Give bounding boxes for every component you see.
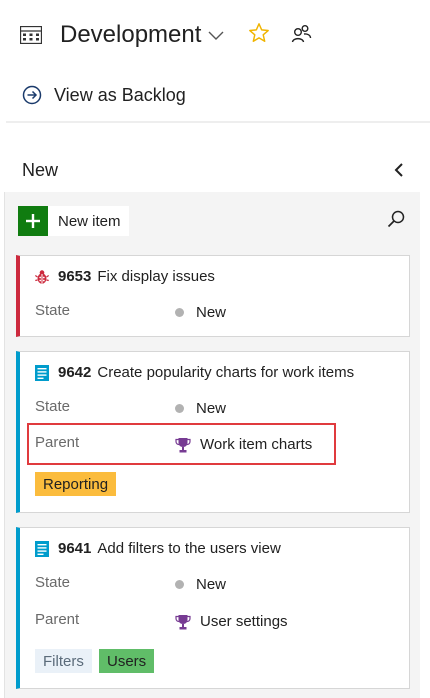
bug-icon [35,269,49,284]
card-title[interactable]: 9653 Fix display issues [35,268,215,285]
state-value: New [196,576,227,593]
backlog-item-icon [35,540,49,557]
state-value: New [196,304,227,321]
card-title[interactable]: 9642 Create popularity charts for work i… [35,364,354,381]
backlog-item-icon [35,364,49,381]
state-field[interactable]: New [175,576,226,593]
new-item-button[interactable]: New item [18,206,129,236]
state-value: New [196,400,227,417]
work-item-id: 9642 [58,364,92,381]
board-grid-icon [20,26,42,44]
state-dot-icon [175,580,184,589]
people-icon[interactable] [290,23,312,45]
state-label: State [35,302,71,319]
work-item-id: 9641 [58,540,92,557]
state-dot-icon [175,308,184,317]
work-item-title: Create popularity charts for work items [97,364,355,381]
work-item-card[interactable]: 9641 Add filters to the users view State… [16,527,410,689]
tag-filters[interactable]: Filters [35,649,92,673]
state-field[interactable]: New [175,400,226,417]
work-item-title: Add filters to the users view [97,540,281,557]
view-as-backlog-link[interactable]: View as Backlog [22,82,186,108]
work-item-card[interactable]: 9653 Fix display issues State New [16,255,410,337]
state-label: State [35,398,71,415]
column-title: New [22,160,59,180]
card-title[interactable]: 9641 Add filters to the users view [35,540,281,557]
divider [6,121,430,123]
chevron-left-icon[interactable] [393,162,405,178]
backlog-link-label: View as Backlog [54,84,186,105]
board-header: Development [0,0,430,72]
state-dot-icon [175,404,184,413]
state-field[interactable]: New [175,304,226,321]
new-item-label: New item [58,212,121,230]
trophy-icon [175,614,191,629]
tag-reporting[interactable]: Reporting [35,472,117,496]
parent-field[interactable]: User settings [175,613,288,630]
parent-value: User settings [200,613,288,630]
tag-users[interactable]: Users [99,649,155,673]
plus-icon [18,206,48,236]
work-item-title: Fix display issues [97,268,215,285]
work-item-id: 9653 [58,268,92,285]
state-label: State [35,574,71,591]
arrow-circle-right-icon [22,85,42,105]
board-title[interactable]: Development [60,21,201,49]
search-icon[interactable] [386,209,406,229]
star-icon[interactable] [248,22,270,44]
parent-label: Parent [35,611,80,628]
chevron-down-icon[interactable] [207,28,225,42]
parent-field-highlight [27,423,336,465]
